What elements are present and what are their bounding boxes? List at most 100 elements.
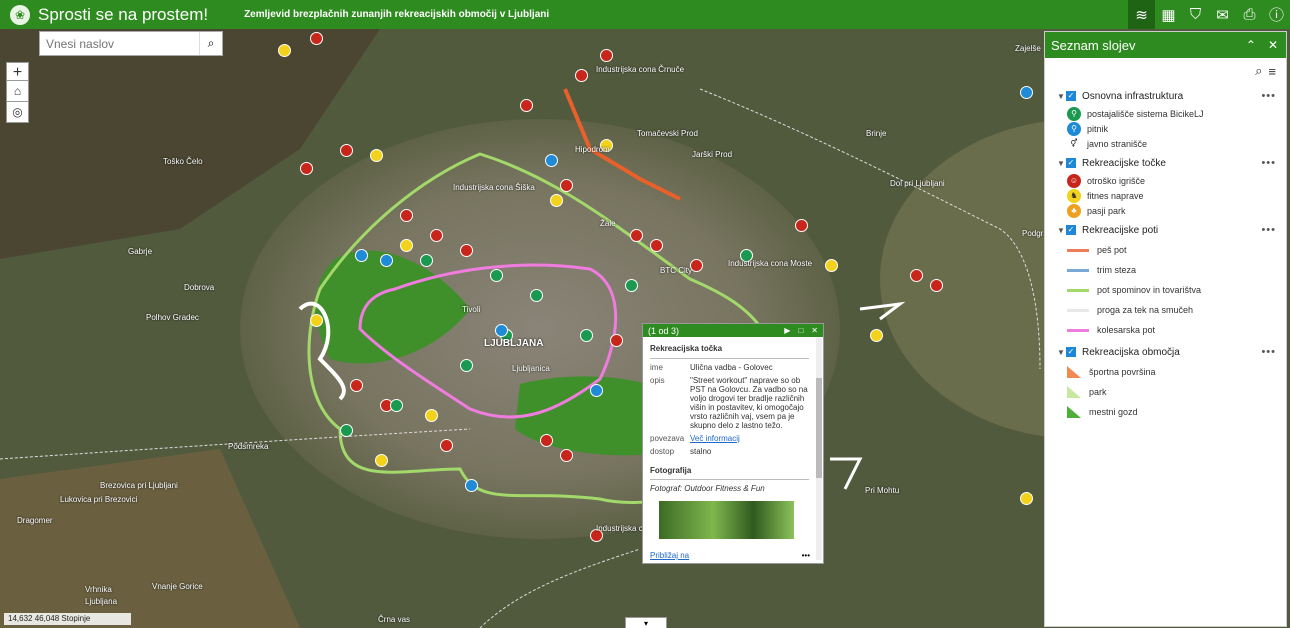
more-options-icon[interactable]: ••• — [802, 551, 810, 560]
fitness-marker[interactable] — [550, 194, 563, 207]
playground-marker[interactable] — [930, 279, 943, 292]
playground-marker[interactable] — [600, 49, 613, 62]
map-label: Tivoli — [462, 305, 481, 314]
legend-label: pitnik — [1087, 123, 1109, 134]
more-options-icon[interactable]: ••• — [1261, 157, 1276, 169]
tap-marker[interactable] — [590, 384, 603, 397]
fitness-marker[interactable] — [400, 239, 413, 252]
playground-marker[interactable] — [560, 449, 573, 462]
legend-item: ♣ pasji park — [1067, 203, 1286, 218]
layer-checkbox[interactable]: ✓ — [1066, 347, 1076, 357]
playground-marker[interactable] — [795, 219, 808, 232]
fitness-marker[interactable] — [278, 44, 291, 57]
fitness-marker[interactable] — [375, 454, 388, 467]
search-icon[interactable]: ⌕ — [1255, 63, 1262, 79]
bicikelj-marker[interactable] — [530, 289, 543, 302]
map-label: Industrijska cona Moste — [728, 259, 813, 268]
playground-marker[interactable] — [430, 229, 443, 242]
popup-title: Rekreacijska točka — [650, 344, 809, 359]
tap-marker[interactable] — [1020, 86, 1033, 99]
more-info-link[interactable]: Več informacij — [690, 434, 810, 443]
map-label: Tomačevski Prod — [637, 129, 698, 138]
playground-marker[interactable] — [630, 229, 643, 242]
layer-group-name: Rekreacijske točke — [1082, 157, 1166, 169]
more-options-icon[interactable]: ••• — [1261, 90, 1276, 102]
caret-down-icon[interactable]: ▼ — [1057, 226, 1066, 235]
bicikelj-marker[interactable] — [625, 279, 638, 292]
tap-marker[interactable] — [465, 479, 478, 492]
filter-list-icon[interactable]: ≡ — [1268, 64, 1276, 79]
fitness-marker[interactable] — [1020, 492, 1033, 505]
line-swatch — [1067, 308, 1089, 312]
playground-marker[interactable] — [520, 99, 533, 112]
more-options-icon[interactable]: ••• — [1261, 346, 1276, 358]
bicikelj-marker[interactable] — [420, 254, 433, 267]
bicikelj-marker[interactable] — [390, 399, 403, 412]
map-label-city: LJUBLJANA — [484, 338, 544, 349]
search-input[interactable] — [40, 32, 199, 55]
fitness-marker[interactable] — [370, 149, 383, 162]
playground-marker[interactable] — [340, 144, 353, 157]
bicikelj-marker[interactable] — [460, 359, 473, 372]
fitness-marker[interactable] — [870, 329, 883, 342]
layer-checkbox[interactable]: ✓ — [1066, 225, 1076, 235]
feature-photo[interactable] — [659, 501, 794, 539]
fitness-marker[interactable] — [825, 259, 838, 272]
chevron-down-icon[interactable]: ▾ — [625, 617, 667, 628]
line-swatch — [1067, 268, 1089, 272]
locate-icon[interactable]: ◎ — [6, 101, 29, 123]
playground-marker[interactable] — [400, 209, 413, 222]
playground-marker[interactable] — [610, 334, 623, 347]
maximize-icon[interactable]: □ — [798, 326, 803, 335]
more-options-icon[interactable]: ••• — [1261, 224, 1276, 236]
bicikelj-marker[interactable] — [340, 424, 353, 437]
tap-marker[interactable] — [355, 249, 368, 262]
playground-marker[interactable] — [540, 434, 553, 447]
playground-marker[interactable] — [300, 162, 313, 175]
close-icon[interactable]: ✕ — [1268, 38, 1278, 52]
caret-down-icon[interactable]: ▼ — [1057, 159, 1066, 168]
playground-marker[interactable] — [440, 439, 453, 452]
print-icon[interactable]: ⎙ — [1236, 0, 1263, 29]
map-label: Industrijska cona Šiška — [453, 183, 535, 192]
popup-scrollbar[interactable] — [816, 338, 822, 560]
info-icon[interactable]: ⓘ — [1263, 0, 1290, 29]
caret-down-icon[interactable]: ▼ — [1057, 348, 1066, 357]
search-icon[interactable]: ⌕ — [199, 32, 222, 55]
popup-counter: (1 od 3) — [648, 325, 680, 336]
fitness-marker[interactable] — [310, 314, 323, 327]
grid-icon[interactable]: ▦ — [1155, 0, 1182, 29]
map-label: Dol pri Ljubljani — [890, 179, 945, 188]
layer-checkbox[interactable]: ✓ — [1066, 158, 1076, 168]
bicikelj-marker[interactable] — [490, 269, 503, 282]
home-icon[interactable]: ⌂ — [6, 80, 29, 102]
caret-down-icon[interactable]: ▼ — [1057, 92, 1066, 101]
playground-marker[interactable] — [460, 244, 473, 257]
tap-marker[interactable] — [495, 324, 508, 337]
map-label: Žale — [600, 219, 616, 228]
map-label: Pri Mohtu — [865, 486, 900, 495]
map-label: Polhov Gradec — [146, 313, 199, 322]
filter-icon[interactable]: ⛉ — [1182, 0, 1209, 29]
bicikelj-marker[interactable] — [580, 329, 593, 342]
next-feature-icon[interactable]: ▶ — [784, 326, 790, 335]
playground-marker[interactable] — [560, 179, 573, 192]
layer-list-panel: Seznam slojev ⌃ ✕ ⌕ ≡ ▼ ✓ Osnovna infras… — [1044, 31, 1287, 627]
fitness-marker[interactable] — [425, 409, 438, 422]
playground-marker[interactable] — [910, 269, 923, 282]
collapse-icon[interactable]: ⌃ — [1246, 38, 1256, 52]
layers-icon[interactable]: ≋ — [1128, 0, 1155, 29]
map-label: Brezovica pri Ljubljani — [100, 481, 178, 490]
playground-marker[interactable] — [310, 32, 323, 45]
zoom-to-link[interactable]: Približaj na — [650, 551, 689, 560]
tap-marker[interactable] — [380, 254, 393, 267]
playground-marker[interactable] — [575, 69, 588, 82]
map-label: Hipodrom — [575, 145, 610, 154]
close-icon[interactable]: ✕ — [811, 326, 818, 335]
chat-icon[interactable]: ✉ — [1209, 0, 1236, 29]
playground-marker[interactable] — [350, 379, 363, 392]
tap-marker[interactable] — [545, 154, 558, 167]
layer-checkbox[interactable]: ✓ — [1066, 91, 1076, 101]
playground-marker[interactable] — [650, 239, 663, 252]
popup-field: dostop stalno — [650, 447, 813, 456]
